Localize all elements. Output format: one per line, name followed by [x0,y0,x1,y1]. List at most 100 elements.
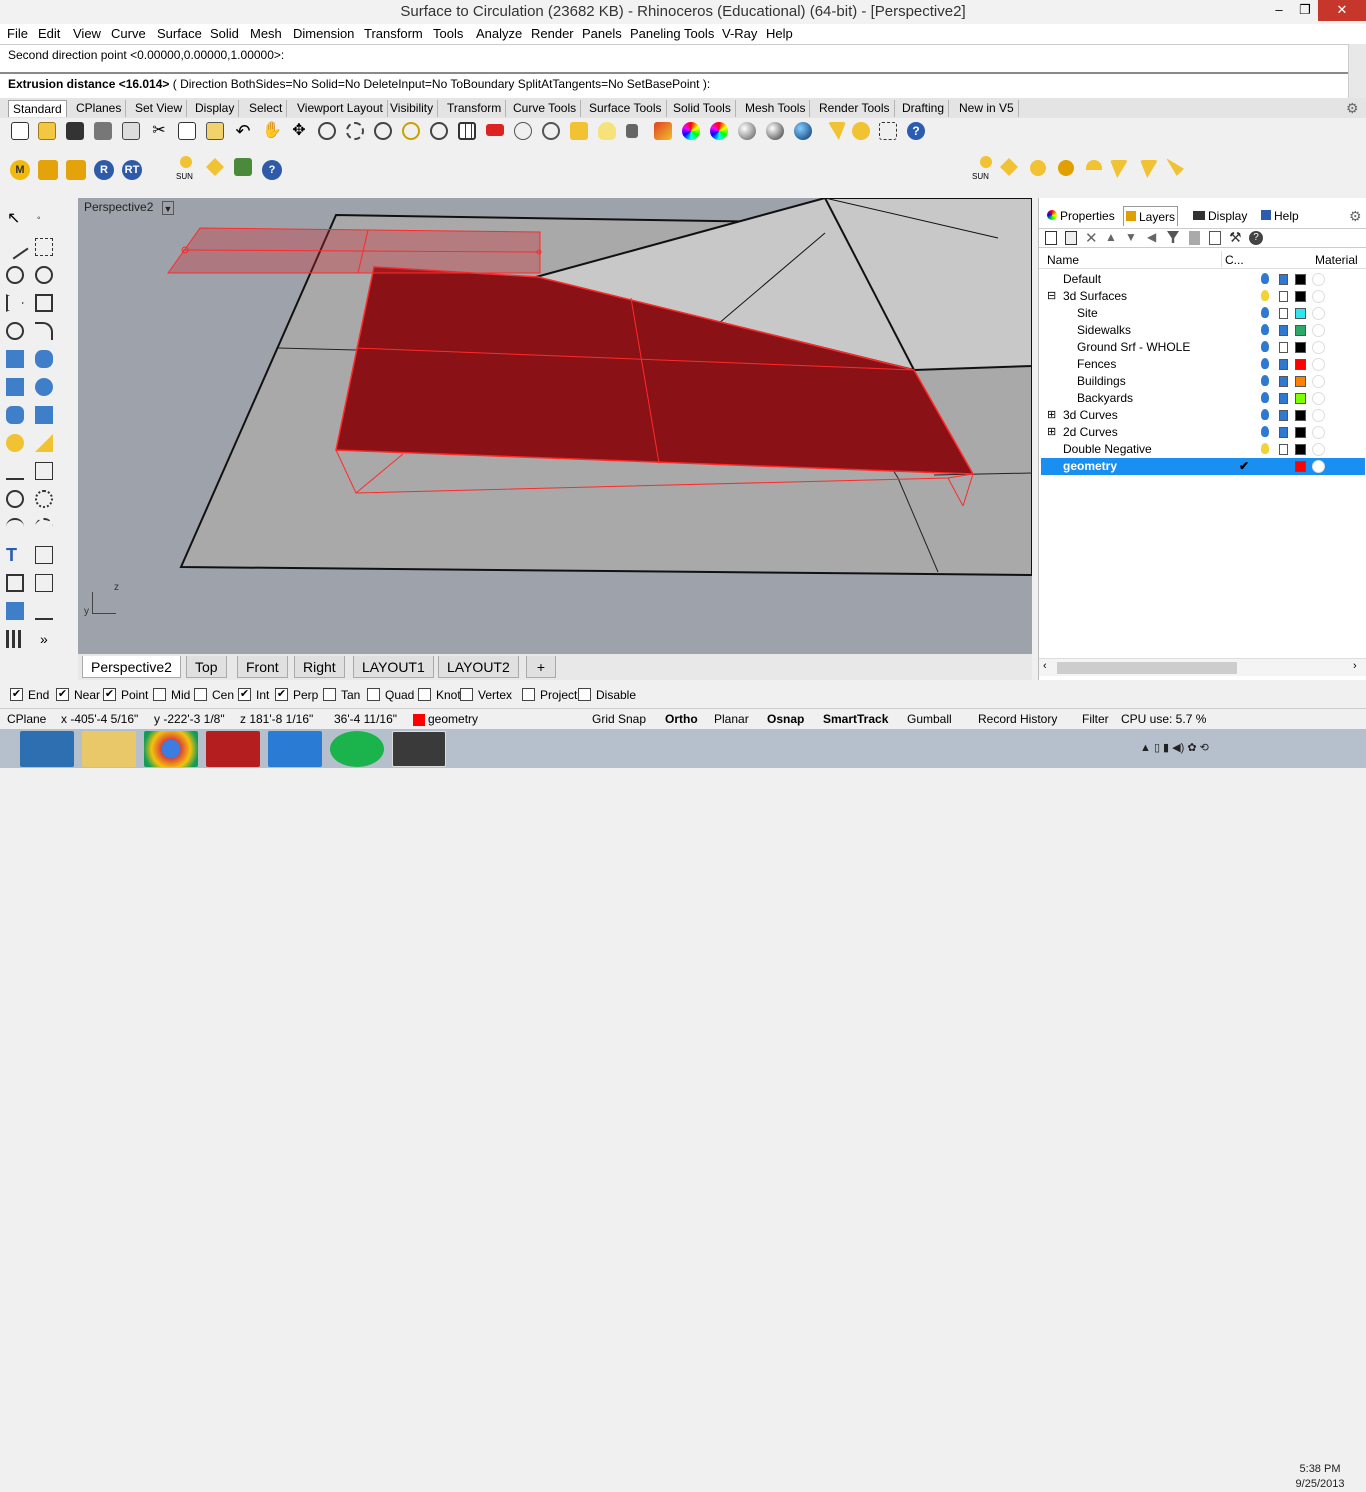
ellipse-icon[interactable] [35,266,53,284]
menu-vray[interactable]: V-Ray [722,26,757,41]
zoom-all-icon[interactable] [430,122,448,140]
menu-surface[interactable]: Surface [157,26,202,41]
layer-name[interactable]: 3d Surfaces [1063,288,1127,305]
shaded-icon[interactable] [766,122,784,140]
osnap-checkbox[interactable]: ✔ [103,688,116,701]
render-icon[interactable]: R [94,160,114,180]
osnap-label[interactable]: End [28,688,49,702]
car-icon[interactable] [486,124,504,136]
sphere-icon[interactable] [35,378,53,396]
osnap-label[interactable]: Point [121,688,148,702]
move-to-parent-icon[interactable]: ◀ [1147,230,1156,244]
viewport-tab-right[interactable]: Right [294,656,345,678]
osnap-label[interactable]: Tan [341,688,360,702]
layer-tools-icon[interactable] [1209,231,1221,245]
rhino-icon[interactable] [392,731,446,767]
lightbulb-icon[interactable] [598,122,616,140]
tab-curve-tools[interactable]: Curve Tools [509,100,582,117]
cylinder-icon[interactable] [6,406,24,424]
osnap-checkbox[interactable]: ✔ [56,688,69,701]
osnap-checkbox[interactable] [194,688,207,701]
spotify-icon[interactable] [330,731,384,767]
delete-layer-icon[interactable]: ✕ [1085,229,1098,247]
circle-icon[interactable] [6,266,24,284]
rotate-icon[interactable] [35,518,53,536]
layer-color-swatch[interactable] [1295,359,1306,370]
object-snap-icon[interactable] [514,122,532,140]
layer-expander-icon[interactable]: ⊞ [1047,407,1056,424]
record-history-toggle[interactable]: Record History [978,712,1057,726]
col-current-header[interactable]: C... [1225,253,1244,267]
layer-expander-icon[interactable]: ⊟ [1047,288,1056,305]
move-icon[interactable] [6,518,24,536]
rectangle-icon[interactable] [35,294,53,312]
menu-solid[interactable]: Solid [210,26,239,41]
vray-options-icon[interactable] [38,160,58,180]
menu-help[interactable]: Help [766,26,793,41]
menu-dimension[interactable]: Dimension [293,26,354,41]
layer-material-icon[interactable] [1312,307,1325,320]
viewport-tab-perspective2[interactable]: Perspective2 [82,656,181,678]
ortho-toggle[interactable]: Ortho [665,712,698,726]
col-material-header[interactable]: Material [1315,253,1358,267]
fillet-curve-icon[interactable] [35,322,53,340]
visibility-bulb-icon[interactable] [1261,443,1269,454]
unlock-icon[interactable] [1279,444,1288,455]
add-viewport-tab-button[interactable]: + [526,656,556,678]
tab-drafting[interactable]: Drafting [898,100,950,117]
layer-name[interactable]: 3d Curves [1063,407,1118,424]
linear-light-icon[interactable] [1140,160,1158,178]
options-gear-icon[interactable] [852,122,870,140]
lock-icon[interactable] [1279,359,1288,370]
points-icon[interactable] [570,122,588,140]
layer-color-swatch[interactable] [1295,274,1306,285]
layer-name[interactable]: 2d Curves [1063,424,1118,441]
layer-color-swatch[interactable] [1295,325,1306,336]
surface-icon[interactable] [6,350,24,368]
mesh-icon[interactable] [35,406,53,424]
array-icon[interactable] [6,574,24,592]
layer-row[interactable]: Default [1041,271,1365,288]
visibility-bulb-icon[interactable] [1261,307,1269,318]
new-file-icon[interactable] [11,122,29,140]
command-scrollbar[interactable] [1348,44,1366,98]
zoom-window-icon[interactable] [346,122,364,140]
menu-view[interactable]: View [73,26,101,41]
layer-color-icon[interactable] [654,122,672,140]
new-sublayer-icon[interactable] [1065,231,1077,245]
layer-name[interactable]: Backyards [1077,390,1133,407]
layer-name[interactable]: Sidewalks [1077,322,1131,339]
layer-color-swatch[interactable] [1295,444,1306,455]
save-icon[interactable] [66,122,84,140]
file-explorer-icon[interactable] [82,731,136,767]
visibility-bulb-icon[interactable] [1261,290,1269,301]
panel-horizontal-scrollbar[interactable]: ‹ › [1039,658,1366,676]
gumball-toggle[interactable]: Gumball [907,712,952,726]
layer-material-icon[interactable] [1312,426,1325,439]
sun-icon[interactable] [180,156,192,168]
select-arrow-icon[interactable]: ↖ [7,210,25,228]
tab-set-view[interactable]: Set View [131,100,188,117]
power-icon[interactable] [206,731,260,767]
text-icon[interactable]: T [6,546,24,564]
point-light-icon[interactable] [1030,160,1046,176]
status-layer-swatch[interactable] [413,714,425,726]
osnap-label[interactable]: Project [540,688,577,702]
menu-mesh[interactable]: Mesh [250,26,282,41]
menu-analyze[interactable]: Analyze [476,26,522,41]
layer-row[interactable]: Fences [1041,356,1365,373]
copy-icon[interactable] [178,122,196,140]
layer-name[interactable]: Site [1077,305,1098,322]
import-icon[interactable] [122,122,140,140]
layer-row[interactable]: ⊞ 2d Curves [1041,424,1365,441]
tray-icons[interactable]: ▲ ▯ ▮ ◀) ✿ ⟲ [1140,741,1209,754]
zoom-selected-icon[interactable] [402,122,420,140]
visibility-bulb-icon[interactable] [1261,273,1269,284]
color-wheel-icon[interactable] [710,122,728,140]
layer-material-icon[interactable] [1312,273,1325,286]
spot-icon[interactable] [1110,160,1128,178]
trim-icon[interactable] [35,434,53,452]
visibility-bulb-icon[interactable] [1261,358,1269,369]
zoom-icon[interactable] [318,122,336,140]
move-up-icon[interactable]: ▲ [1105,230,1117,244]
